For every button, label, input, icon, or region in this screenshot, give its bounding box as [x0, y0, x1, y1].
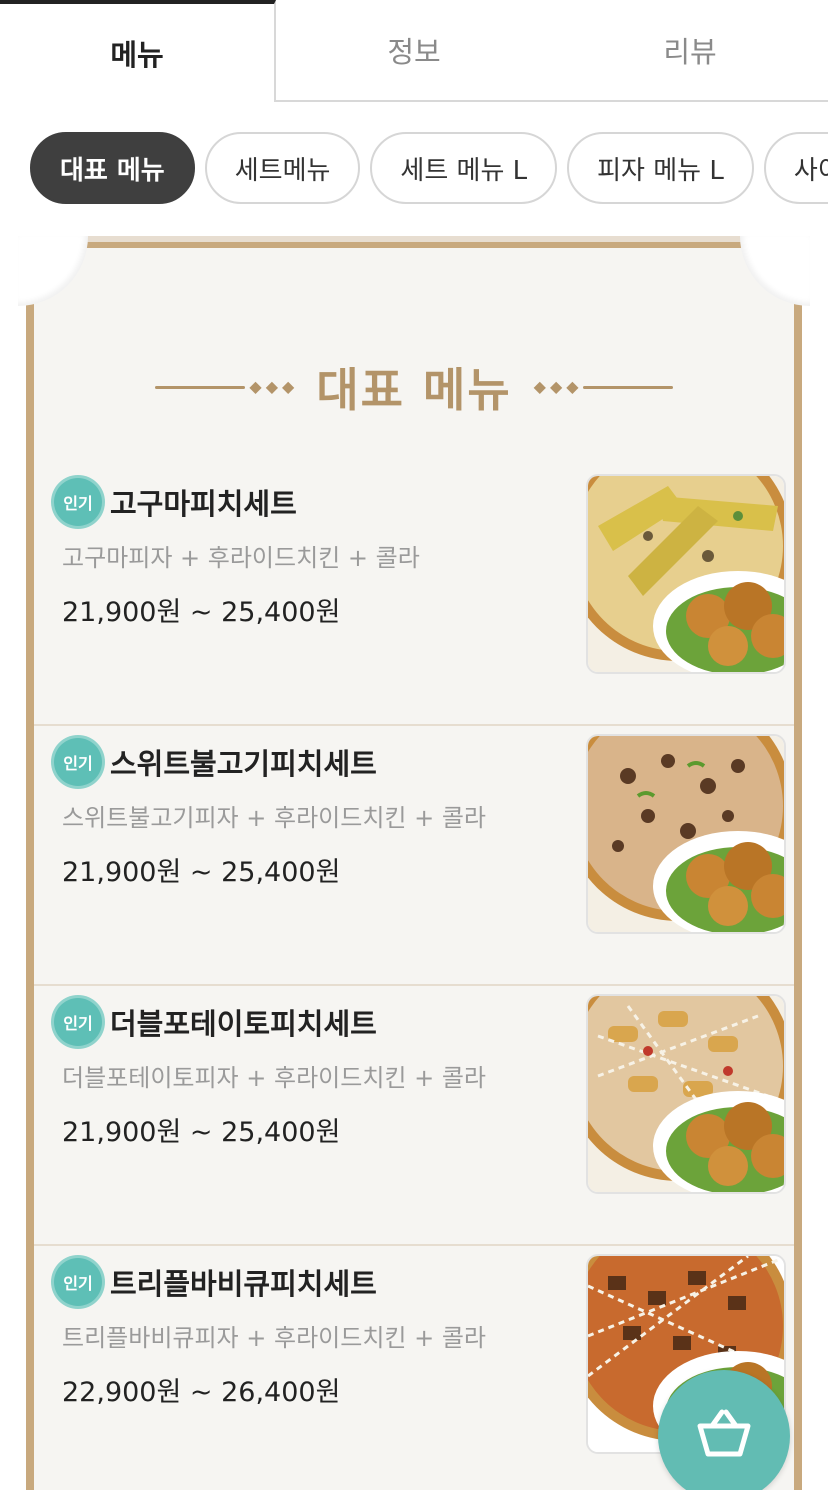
item-name: 더블포테이토피치세트 [110, 1007, 377, 1041]
board-top-trim [80, 236, 748, 248]
section-title: 대표 메뉴 [316, 363, 512, 417]
popular-badge: 인기 [54, 738, 102, 786]
item-name-row: 인기 고구마피치세트 [54, 478, 297, 526]
item-image[interactable] [586, 734, 786, 934]
item-description: 고구마피자 + 후라이드치킨 + 콜라 [62, 544, 420, 572]
item-description: 트리플바비큐피자 + 후라이드치킨 + 콜라 [62, 1324, 487, 1352]
tab-reviews[interactable]: 리뷰 [552, 0, 828, 102]
popular-badge: 인기 [54, 998, 102, 1046]
chip-pizza-menu-l[interactable]: 피자 메뉴 L [567, 132, 754, 204]
tab-menu[interactable]: 메뉴 [0, 0, 276, 102]
item-price: 21,900원 ~ 25,400원 [62, 1117, 341, 1148]
menu-item[interactable]: 인기 스위트불고기피치세트 스위트불고기피자 + 후라이드치킨 + 콜라 21,… [34, 726, 794, 986]
popular-badge: 인기 [54, 478, 102, 526]
cart-button[interactable] [658, 1370, 790, 1490]
menu-item[interactable]: 인기 고구마피치세트 고구마피자 + 후라이드치킨 + 콜라 21,900원 ~… [34, 466, 794, 726]
item-name: 스위트불고기피치세트 [110, 747, 377, 781]
item-name-row: 인기 트리플바비큐피치세트 [54, 1258, 377, 1306]
item-name: 트리플바비큐피치세트 [110, 1267, 377, 1301]
item-description: 더블포테이토피자 + 후라이드치킨 + 콜라 [62, 1064, 487, 1092]
item-description: 스위트불고기피자 + 후라이드치킨 + 콜라 [62, 804, 487, 832]
item-name-row: 인기 더블포테이토피치세트 [54, 998, 377, 1046]
item-price: 21,900원 ~ 25,400원 [62, 857, 341, 888]
basket-icon [696, 1408, 752, 1464]
section-header: ◆ ◆ ◆ 대표 메뉴 ◆ ◆ ◆ [14, 354, 814, 420]
item-image[interactable] [586, 994, 786, 1194]
category-chips: 대표 메뉴 세트메뉴 세트 메뉴 L 피자 메뉴 L 사이 [30, 132, 828, 204]
ornament-right: ◆ ◆ ◆ [534, 379, 673, 395]
item-price: 22,900원 ~ 26,400원 [62, 1377, 341, 1408]
chip-side[interactable]: 사이 [763, 132, 828, 204]
tab-info[interactable]: 정보 [276, 0, 552, 102]
item-name: 고구마피치세트 [110, 487, 297, 521]
ornament-left: ◆ ◆ ◆ [155, 379, 294, 395]
menu-item[interactable]: 인기 더블포테이토피치세트 더블포테이토피자 + 후라이드치킨 + 콜라 21,… [34, 986, 794, 1246]
item-image[interactable] [586, 474, 786, 674]
chip-set-menu-l[interactable]: 세트 메뉴 L [370, 132, 558, 204]
tab-bar: 메뉴 정보 리뷰 [0, 0, 828, 102]
menu-board: ◆ ◆ ◆ 대표 메뉴 ◆ ◆ ◆ 인기 고구마피치세트 고구마피자 + 후라이드치킨 … [14, 236, 814, 1490]
item-name-row: 인기 스위트불고기피치세트 [54, 738, 377, 786]
chip-signature-menu[interactable]: 대표 메뉴 [30, 132, 195, 204]
popular-badge: 인기 [54, 1258, 102, 1306]
chip-set-menu[interactable]: 세트메뉴 [204, 132, 361, 204]
item-price: 21,900원 ~ 25,400원 [62, 597, 341, 628]
